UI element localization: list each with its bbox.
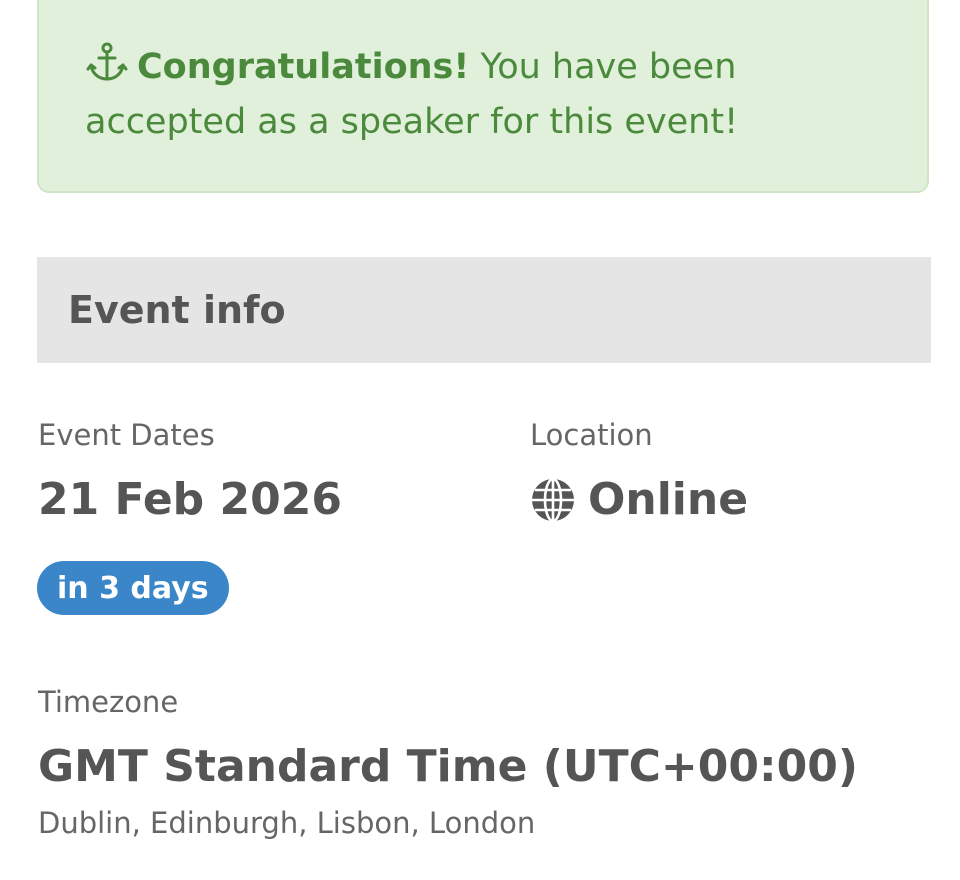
timezone-label: Timezone — [38, 685, 179, 719]
section-title: Event info — [68, 288, 286, 332]
anchor-icon — [85, 40, 129, 84]
success-alert: Congratulations! You have been accepted … — [37, 0, 929, 193]
timezone-cities: Dublin, Edinburgh, Lisbon, London — [38, 806, 536, 840]
location-text: Online — [588, 474, 749, 525]
location-value: Online — [530, 474, 748, 525]
event-info-header: Event info — [37, 257, 931, 363]
event-dates-value: 21 Feb 2026 — [38, 474, 342, 525]
days-until-badge: in 3 days — [37, 561, 229, 615]
globe-icon — [530, 477, 576, 523]
location-label: Location — [530, 418, 653, 452]
event-dates-label: Event Dates — [38, 418, 215, 452]
timezone-value: GMT Standard Time (UTC+00:00) — [38, 741, 858, 792]
alert-strong-text: Congratulations! — [137, 47, 470, 87]
